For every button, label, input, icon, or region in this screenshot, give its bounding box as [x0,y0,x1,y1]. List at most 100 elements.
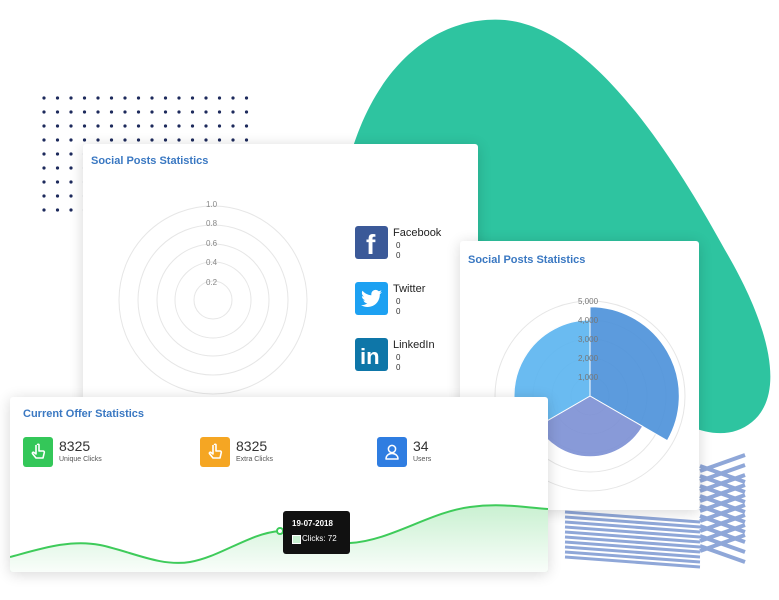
social-value-twitter-2: 0 [396,307,401,316]
decor-dot [163,138,168,142]
decor-dot [136,110,141,114]
linkedin-icon: in [355,338,388,371]
decor-dot [109,124,114,128]
decor-dot [69,180,73,184]
decor-dot [69,194,73,198]
hand-pointer-icon [31,443,46,459]
decor-dot [109,110,114,114]
decor-dot [190,138,195,142]
radar-tick-3: 0.6 [206,239,218,248]
decor-dot [123,96,127,100]
social-posts-title: Social Posts Statistics [91,155,209,167]
social-posts-card: Social Posts Statistics 1.0 0.8 0.6 0.4 … [83,144,478,410]
facebook-icon: f [355,226,388,260]
decor-dot [82,96,87,100]
stat-box-users [377,437,407,467]
decor-dot [42,166,46,170]
decor-dot [55,166,60,170]
decor-dot [42,110,46,114]
social-value-linkedin-2: 0 [396,363,401,372]
decor-dot [69,166,73,170]
decor-dot [123,138,127,142]
offer-stats-card: Current Offer Statistics 8325 Unique Cli… [10,397,548,572]
stat-value-users: 34 [413,438,429,454]
decor-dot [150,138,154,142]
stat-box-unique-clicks [23,437,53,467]
decor-dot [69,124,73,128]
user-icon [385,444,399,460]
decor-dot [123,124,127,128]
social-value-linkedin-1: 0 [396,353,401,362]
twitter-icon [355,282,388,315]
radar-tick-1: 1.0 [206,200,218,209]
decor-dot [55,96,60,100]
decor-dot [231,110,235,114]
social-name-facebook: Facebook [393,227,442,239]
decor-dot [177,138,181,142]
social-name-twitter: Twitter [393,283,426,295]
radar-grid [118,205,308,395]
decor-dot [190,96,195,100]
decor-dot [69,138,73,142]
decor-dot [42,96,46,100]
stat-value-unique-clicks: 8325 [59,438,91,454]
decor-dot [217,138,222,142]
decor-dot [231,96,235,100]
social-value-twitter-1: 0 [396,297,401,306]
decor-dot [204,124,208,128]
social-value-facebook-1: 0 [396,241,401,250]
polar-tick-2: 4,000 [578,316,599,325]
tooltip-swatch [292,535,301,544]
decor-dot [96,96,100,100]
decor-dot [136,124,141,128]
decor-dot [177,124,181,128]
polar-tick-3: 3,000 [578,335,599,344]
decor-dot [136,96,141,100]
decor-dot [150,110,154,114]
decor-dot [177,96,181,100]
decor-dot [55,124,60,128]
decor-dot [217,96,222,100]
decor-dot [244,110,249,114]
stat-label-extra-clicks: Extra Clicks [236,456,273,463]
decor-dot [55,138,60,142]
decor-dot [163,124,168,128]
offer-line-chart [10,504,548,572]
decor-dot [96,124,100,128]
stat-label-users: Users [413,456,432,463]
decor-dot [55,180,60,184]
decor-dot [42,208,46,212]
decor-dot [109,138,114,142]
svg-text:in: in [360,344,380,369]
decor-dot [231,138,235,142]
decor-dot [163,110,168,114]
decor-dot [55,110,60,114]
polar-tick-1: 5,000 [578,297,599,306]
decor-dot [204,138,208,142]
offer-stats-title: Current Offer Statistics [23,408,145,420]
decor-dot [190,124,195,128]
decor-dot [150,96,154,100]
stat-value-extra-clicks: 8325 [236,438,268,454]
svg-text:f: f [366,229,376,259]
radar-tick-2: 0.8 [206,219,218,228]
tooltip-value: Clicks: 72 [302,534,337,543]
decor-dot [244,138,249,142]
decor-dot [217,124,222,128]
decor-dot [136,138,141,142]
decor-dot [69,152,73,156]
decor-dot [177,110,181,114]
decor-dot [69,208,73,212]
decor-dot [123,110,127,114]
stat-box-extra-clicks [200,437,230,467]
decor-dot [244,96,249,100]
decor-dot [204,110,208,114]
decor-dot [69,96,73,100]
decor-dot [163,96,168,100]
decor-dot [244,124,249,128]
decor-dot [42,194,46,198]
polar-tick-4: 2,000 [578,354,599,363]
decor-dot [42,152,46,156]
decor-dot [55,152,60,156]
social-value-facebook-2: 0 [396,251,401,260]
